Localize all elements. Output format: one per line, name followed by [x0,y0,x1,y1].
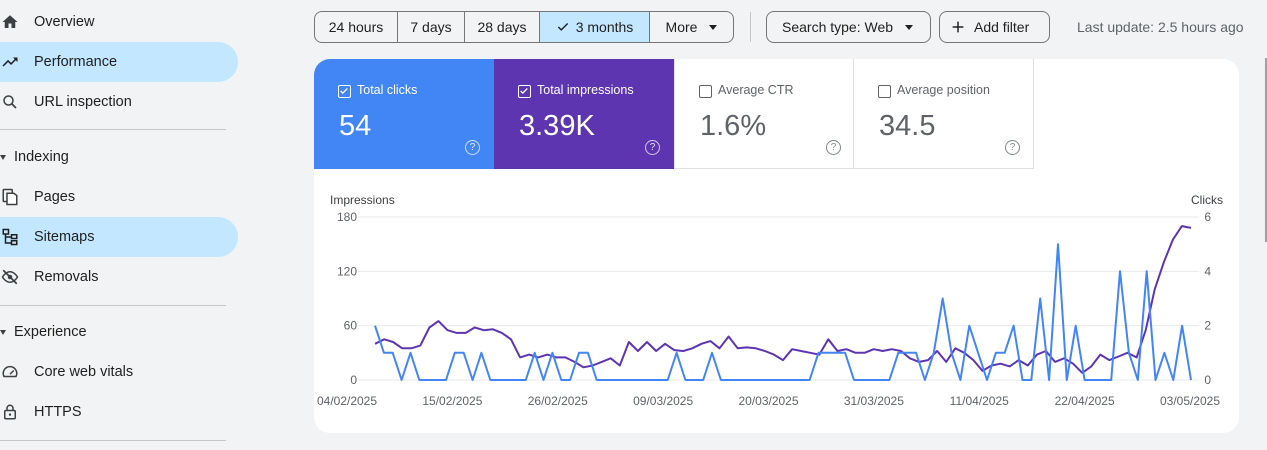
right-axis-tick: 4 [1204,264,1211,278]
sitemap-icon [0,227,20,247]
performance-chart: Impressions Clicks 180 120 60 0 6 4 2 0 04/02/… [317,193,1223,408]
range-24-hours-button[interactable]: 24 hours [315,12,397,42]
trending-up-icon [0,52,20,72]
range-3-months-button[interactable]: 3 months [539,12,649,42]
impressions-series-line [374,225,1192,374]
add-filter-label: Add filter [974,19,1030,35]
search-type-label: Search type: Web [782,19,894,35]
sidebar-item-pages[interactable]: Pages [0,177,238,217]
x-axis-tick: 03/05/2025 [1160,394,1220,408]
sidebar-item-overview[interactable]: Overview [0,2,238,42]
pages-icon [0,187,20,207]
left-axis-tick: 60 [344,319,358,333]
search-type-dropdown[interactable]: Search type: Web [766,11,931,43]
sidebar-section-label: Experience [14,324,87,340]
last-update-text: Last update: 2.5 hours ago [1077,19,1244,35]
range-more-label: More [665,19,698,35]
range-more-dropdown[interactable]: More [649,12,733,42]
sidebar-item-label: HTTPS [34,404,82,420]
speedometer-icon [0,362,20,382]
performance-card: Total clicks 54 ? Total impressions 3.39… [314,59,1239,433]
x-axis-tick: 31/03/2025 [844,394,904,408]
sidebar-item-label: Sitemaps [34,229,95,245]
sidebar-item-label: URL inspection [34,94,132,110]
eye-off-icon [0,267,20,287]
sidebar-item-performance[interactable]: Performance [0,42,238,82]
left-axis-tick: 180 [337,210,357,224]
sidebar-divider [0,440,226,441]
sidebar-item-label: Removals [34,269,99,285]
x-axis-tick: 22/04/2025 [1055,394,1115,408]
sidebar-section-experience[interactable]: Experience [0,317,87,347]
sidebar-section-indexing[interactable]: Indexing [0,142,69,172]
caret-down-icon [0,329,6,335]
sidebar-item-label: Core web vitals [34,364,134,380]
left-axis-tick: 120 [337,264,357,278]
sidebar-item-https[interactable]: HTTPS [0,392,238,432]
right-axis-tick: 2 [1204,319,1211,333]
home-icon [0,12,20,32]
sidebar-item-sitemaps[interactable]: Sitemaps [0,217,238,257]
right-axis-tick: 0 [1204,373,1211,387]
sidebar-section-label: Indexing [14,149,69,165]
date-range-selector: 24 hours 7 days 28 days 3 months More [314,11,734,43]
left-axis-tick: 0 [350,373,357,387]
x-axis-tick: 15/02/2025 [422,394,482,408]
range-7-days-button[interactable]: 7 days [397,12,464,42]
x-axis-tick: 04/02/2025 [317,394,377,408]
add-filter-button[interactable]: Add filter [939,11,1050,43]
x-axis-tick: 11/04/2025 [950,394,1009,408]
plus-icon [952,21,964,33]
search-icon [0,92,20,112]
x-axis-tick: 09/03/2025 [633,394,693,408]
sidebar-item-url-inspection[interactable]: URL inspection [0,82,238,122]
lock-icon [0,402,20,422]
right-axis-title: Clicks [1191,193,1223,207]
dropdown-arrow-icon [709,24,718,30]
right-axis-tick: 6 [1204,210,1211,224]
sidebar-item-label: Overview [34,14,95,30]
x-axis-tick: 20/03/2025 [738,394,798,408]
sidebar: Overview Performance URL inspection Inde… [0,0,240,450]
sidebar-item-core-web-vitals[interactable]: Core web vitals [0,352,238,392]
dropdown-arrow-icon [905,24,914,30]
left-axis-title: Impressions [330,193,395,207]
sidebar-divider [0,305,226,306]
x-axis-tick: 26/02/2025 [528,394,588,408]
sidebar-item-label: Pages [34,189,76,205]
sidebar-divider [0,129,226,130]
range-3-months-label: 3 months [575,19,634,35]
check-icon [557,23,568,31]
caret-down-icon [0,154,6,160]
toolbar-separator [750,12,751,42]
sidebar-item-removals[interactable]: Removals [0,257,238,297]
range-28-days-button[interactable]: 28 days [464,12,539,42]
sidebar-item-label: Performance [34,54,118,70]
